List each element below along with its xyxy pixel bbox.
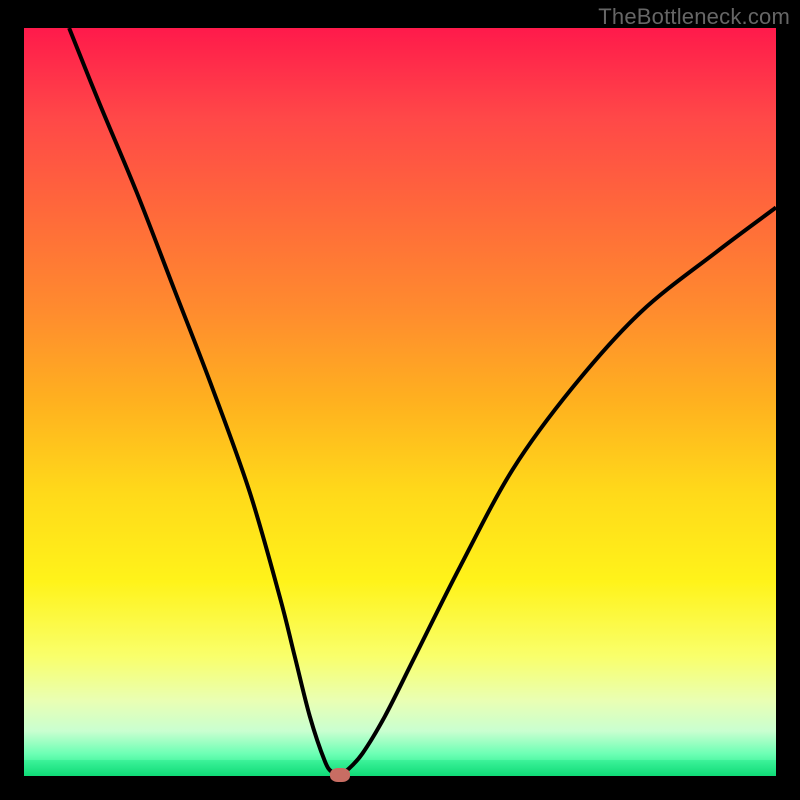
watermark-text: TheBottleneck.com <box>598 4 790 30</box>
bottleneck-curve <box>69 28 776 775</box>
curve-svg <box>24 28 776 776</box>
optimal-marker <box>330 768 350 782</box>
chart-frame: TheBottleneck.com <box>0 0 800 800</box>
plot-area <box>24 28 776 776</box>
